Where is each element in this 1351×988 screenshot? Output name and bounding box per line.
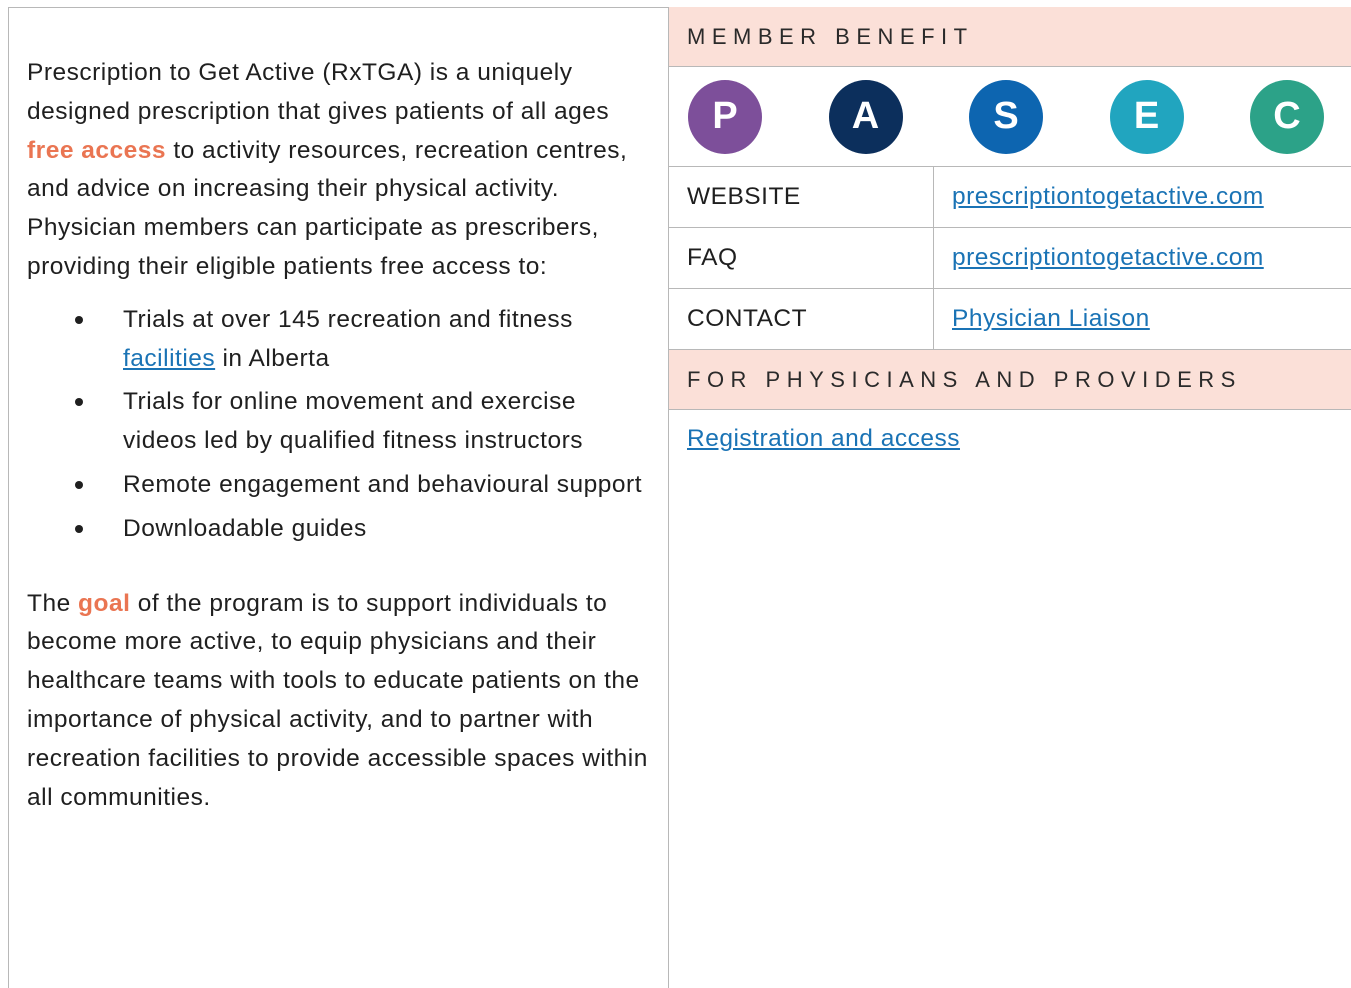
contact-label: CONTACT [669, 289, 934, 349]
bullet-icon [75, 524, 83, 533]
goal-paragraph: The goal of the program is to support in… [27, 589, 648, 811]
pasec-a-icon: A [828, 79, 903, 154]
bullet-icon [75, 480, 83, 489]
website-label: WEBSITE [669, 167, 934, 227]
frame-top-border [8, 7, 669, 8]
pasec-e-icon: E [1109, 79, 1184, 154]
frame-left-border [8, 7, 9, 988]
registration-access-link[interactable]: Registration and access [687, 425, 960, 452]
pasec-row: P A S E C [669, 67, 1351, 167]
list-item: Trials for online movement and exercise … [75, 383, 652, 461]
physicians-providers-heading: FOR PHYSICIANS AND PROVIDERS [669, 350, 1351, 410]
pasec-s-icon: S [969, 79, 1043, 154]
pasec-p-icon: P [688, 79, 762, 154]
bullet-icon [75, 315, 83, 324]
website-row: WEBSITE prescriptiontogetactive.com [669, 167, 1351, 228]
pasec-c-icon: C [1250, 79, 1324, 154]
benefits-list: Trials at over 145 recreation and fitnes… [27, 301, 652, 549]
goal-highlight: goal [78, 589, 131, 617]
facilities-link[interactable]: facilities [123, 345, 215, 372]
bullet-icon [75, 398, 83, 407]
benefit-panel: MEMBER BENEFIT P A S E C WEBSITE prescri… [669, 7, 1351, 457]
contact-row: CONTACT Physician Liaison [669, 289, 1351, 350]
free-access-highlight: free access [27, 136, 167, 164]
faq-row: FAQ prescriptiontogetactive.com [669, 228, 1351, 289]
list-item: Trials at over 145 recreation and fitnes… [75, 301, 652, 379]
faq-link[interactable]: prescriptiontogetactive.com [952, 244, 1264, 271]
intro-paragraph: Prescription to Get Active (RxTGA) is a … [27, 59, 628, 280]
program-description: Prescription to Get Active (RxTGA) is a … [27, 54, 652, 817]
list-item: Remote engagement and behavioural suppor… [75, 466, 652, 505]
website-link[interactable]: prescriptiontogetactive.com [952, 183, 1264, 210]
member-benefit-heading: MEMBER BENEFIT [669, 7, 1351, 67]
list-item: Downloadable guides [75, 510, 652, 549]
faq-label: FAQ [669, 228, 934, 288]
physician-liaison-link[interactable]: Physician Liaison [952, 305, 1150, 332]
